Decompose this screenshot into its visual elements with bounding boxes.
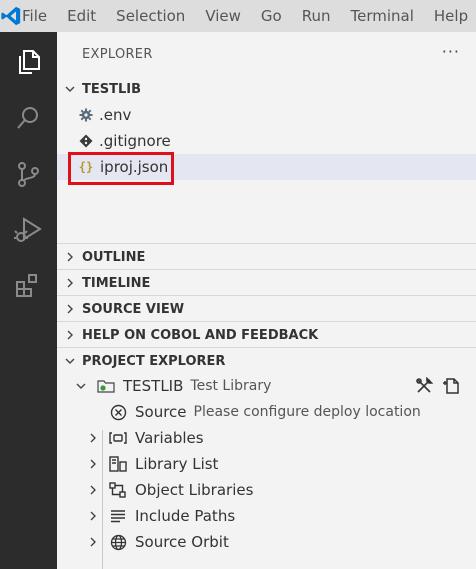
- menu-go[interactable]: Go: [261, 0, 282, 32]
- globe-icon: [109, 534, 127, 550]
- section-outline[interactable]: OUTLINE: [57, 244, 476, 270]
- error-circle-icon: [109, 403, 127, 421]
- annotation-highlight-box: [68, 152, 174, 185]
- extensions-icon[interactable]: [8, 266, 48, 306]
- vscode-logo-icon: [0, 0, 22, 32]
- tools-icon[interactable]: [414, 377, 434, 395]
- tree-item-variables[interactable]: Variables: [57, 425, 476, 451]
- section-label: TIMELINE: [82, 275, 151, 291]
- item-label: Variables: [135, 429, 204, 447]
- item-label: Source: [135, 403, 187, 421]
- chevron-right-icon: [62, 301, 78, 317]
- explorer-title: EXPLORER: [82, 47, 153, 62]
- chevron-right-icon: [85, 456, 101, 472]
- explorer-sidebar: EXPLORER ··· TESTLIB .env .gitignore {} …: [57, 32, 476, 569]
- git-diamond-icon: [78, 133, 94, 149]
- menu-file[interactable]: File: [22, 0, 47, 32]
- section-help-cobol[interactable]: HELP ON COBOL AND FEEDBACK: [57, 322, 476, 348]
- file-env[interactable]: .env: [57, 102, 476, 128]
- run-debug-icon[interactable]: [8, 210, 48, 250]
- tree-item-source-orbit[interactable]: Source Orbit: [57, 529, 476, 555]
- workspace-folder-testlib[interactable]: TESTLIB: [57, 76, 476, 102]
- item-label: Source Orbit: [135, 533, 229, 551]
- object-libraries-icon: [109, 482, 127, 498]
- tree-item-source[interactable]: Source Please configure deploy location: [57, 399, 476, 425]
- project-testlib[interactable]: TESTLIB Test Library: [57, 373, 476, 399]
- project-description: Test Library: [190, 378, 272, 394]
- more-actions-button[interactable]: ···: [442, 42, 460, 61]
- chevron-right-icon: [85, 508, 101, 524]
- source-control-icon[interactable]: [8, 154, 48, 194]
- section-label: SOURCE VIEW: [82, 301, 185, 317]
- item-detail: Please configure deploy location: [193, 404, 421, 420]
- project-folder-icon: [97, 378, 115, 394]
- section-label: PROJECT EXPLORER: [82, 353, 226, 369]
- tree-item-object-libraries[interactable]: Object Libraries: [57, 477, 476, 503]
- list-icon: [109, 508, 127, 524]
- menu-bar: File Edit Selection View Go Run Terminal…: [0, 0, 476, 32]
- section-label: OUTLINE: [82, 249, 146, 265]
- chevron-right-icon: [62, 327, 78, 343]
- chevron-right-icon: [85, 534, 101, 550]
- item-label: Library List: [135, 455, 219, 473]
- tree-item-include-paths[interactable]: Include Paths: [57, 503, 476, 529]
- section-label: HELP ON COBOL AND FEEDBACK: [82, 327, 319, 343]
- section-project-explorer[interactable]: PROJECT EXPLORER: [57, 348, 476, 374]
- file-name: .gitignore: [99, 132, 171, 150]
- new-file-icon[interactable]: [441, 377, 461, 395]
- section-source-view[interactable]: SOURCE VIEW: [57, 296, 476, 322]
- item-label: Object Libraries: [135, 481, 254, 499]
- gear-icon: [78, 107, 94, 123]
- file-gitignore[interactable]: .gitignore: [57, 128, 476, 154]
- chevron-right-icon: [62, 275, 78, 291]
- menu-terminal[interactable]: Terminal: [351, 0, 414, 32]
- activity-bar: [0, 32, 57, 569]
- chevron-down-icon: [62, 353, 78, 369]
- item-label: Include Paths: [135, 507, 236, 525]
- menu-run[interactable]: Run: [302, 0, 331, 32]
- section-timeline[interactable]: TIMELINE: [57, 270, 476, 296]
- menu-help[interactable]: Help: [434, 0, 468, 32]
- menu-edit[interactable]: Edit: [67, 0, 96, 32]
- chevron-down-icon: [73, 378, 89, 394]
- workspace-name: TESTLIB: [82, 81, 142, 97]
- chevron-down-icon: [62, 81, 78, 97]
- chevron-right-icon: [85, 482, 101, 498]
- tree-item-library-list[interactable]: Library List: [57, 451, 476, 477]
- chevron-right-icon: [62, 249, 78, 265]
- menu-view[interactable]: View: [205, 0, 241, 32]
- menu-selection[interactable]: Selection: [116, 0, 185, 32]
- chevron-right-icon: [85, 430, 101, 446]
- search-icon[interactable]: [8, 98, 48, 138]
- variable-icon: [109, 430, 127, 446]
- explorer-files-icon[interactable]: [8, 42, 48, 82]
- library-list-icon: [109, 456, 127, 472]
- project-name: TESTLIB: [123, 377, 184, 395]
- file-name: .env: [99, 106, 132, 124]
